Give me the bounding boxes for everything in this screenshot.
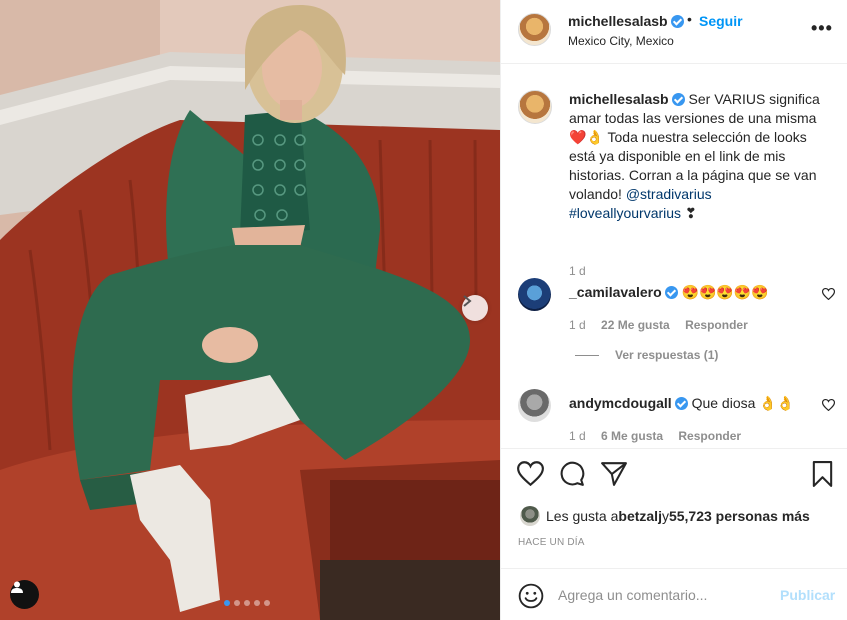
liker-avatar[interactable] — [520, 506, 540, 526]
comments-section[interactable]: michellesalasb Ser VARIUS significa amar… — [501, 64, 847, 448]
verified-badge-icon — [671, 93, 685, 106]
share-icon[interactable] — [601, 461, 627, 486]
post-timestamp[interactable]: HACE UN DÍA — [518, 537, 585, 548]
author-avatar[interactable] — [518, 13, 551, 46]
tagged-user-icon — [11, 581, 23, 593]
likes-joiner: y — [661, 508, 669, 524]
tagged-user-button[interactable] — [10, 580, 39, 609]
comment-meta: 1 d 22 Me gusta Responder — [569, 318, 760, 332]
comment-avatar[interactable] — [518, 389, 551, 422]
comment-time[interactable]: 1 d — [569, 429, 586, 443]
caption-username[interactable]: michellesalasb — [569, 91, 669, 107]
author-username[interactable]: michellesalasb — [568, 13, 668, 29]
carousel-dot — [234, 600, 240, 606]
view-replies-label: Ver respuestas (1) — [615, 348, 719, 362]
emoji-icon[interactable] — [518, 583, 544, 609]
carousel-dot — [244, 600, 250, 606]
likes-prefix: Les gusta a — [546, 508, 619, 524]
publish-button[interactable]: Publicar — [780, 587, 835, 603]
carousel-dot — [224, 600, 230, 606]
comment-input[interactable] — [558, 583, 768, 607]
comment-like-heart-icon[interactable] — [822, 399, 835, 411]
comment-username[interactable]: andymcdougall — [569, 395, 672, 411]
liker-username[interactable]: betzalj — [618, 508, 662, 524]
view-replies-button[interactable]: Ver respuestas (1) — [575, 348, 718, 362]
caption-text: michellesalasb Ser VARIUS significa amar… — [569, 90, 831, 223]
comment-meta: 1 d 6 Me gusta Responder — [569, 429, 753, 443]
caption-time[interactable]: 1 d — [569, 264, 586, 278]
carousel-indicator — [224, 600, 270, 606]
comment-likes[interactable]: 6 Me gusta — [601, 429, 663, 443]
caption-hashtag[interactable]: #loveallyourvarius — [569, 205, 681, 221]
comment-likes[interactable]: 22 Me gusta — [601, 318, 670, 332]
caption-trailing-emoji: ❣ — [681, 205, 697, 221]
header-separator: • — [687, 11, 692, 27]
post-location[interactable]: Mexico City, Mexico — [568, 34, 674, 48]
verified-badge-icon — [670, 15, 684, 28]
follow-button[interactable]: Seguir — [699, 13, 743, 29]
comment-text: _camilavalero 😍😍😍😍😍 — [569, 284, 769, 301]
reply-button[interactable]: Responder — [678, 429, 741, 443]
post-header: michellesalasb • Seguir Mexico City, Mex… — [501, 0, 847, 64]
carousel-dot — [264, 600, 270, 606]
heart-icon[interactable] — [517, 461, 544, 486]
comment-time[interactable]: 1 d — [569, 318, 586, 332]
verified-badge-icon — [674, 397, 688, 410]
post-side-panel: michellesalasb • Seguir Mexico City, Mex… — [500, 0, 847, 620]
replies-line — [575, 355, 599, 357]
comment-username[interactable]: _camilavalero — [569, 284, 662, 300]
likes-count[interactable]: 55,723 personas más — [669, 508, 810, 524]
comment-avatar[interactable] — [518, 278, 551, 311]
caption-mention[interactable]: @stradivarius — [626, 186, 712, 202]
comment-body: Que diosa 👌👌 — [687, 395, 795, 411]
post-actions-bar — [501, 448, 847, 498]
add-comment-bar: Publicar — [501, 568, 847, 620]
bookmark-icon[interactable] — [811, 461, 834, 487]
carousel-dot — [254, 600, 260, 606]
comment-icon[interactable] — [559, 461, 585, 487]
likes-summary: Les gusta a betzalj y 55,723 personas má… — [520, 506, 810, 526]
next-slide-button[interactable] — [462, 295, 488, 321]
caption-avatar[interactable] — [518, 90, 552, 124]
comment-like-heart-icon[interactable] — [822, 288, 835, 300]
verified-badge-icon — [664, 286, 678, 299]
comment-body: 😍😍😍😍😍 — [677, 284, 769, 300]
photo-illustration — [0, 0, 500, 620]
next-arrow-icon — [463, 295, 472, 307]
more-options-icon[interactable]: ••• — [811, 18, 833, 39]
post-photo[interactable] — [0, 0, 500, 620]
author-username-wrap: michellesalasb — [568, 13, 684, 29]
reply-button[interactable]: Responder — [685, 318, 748, 332]
comment-text: andymcdougall Que diosa 👌👌 — [569, 395, 794, 412]
